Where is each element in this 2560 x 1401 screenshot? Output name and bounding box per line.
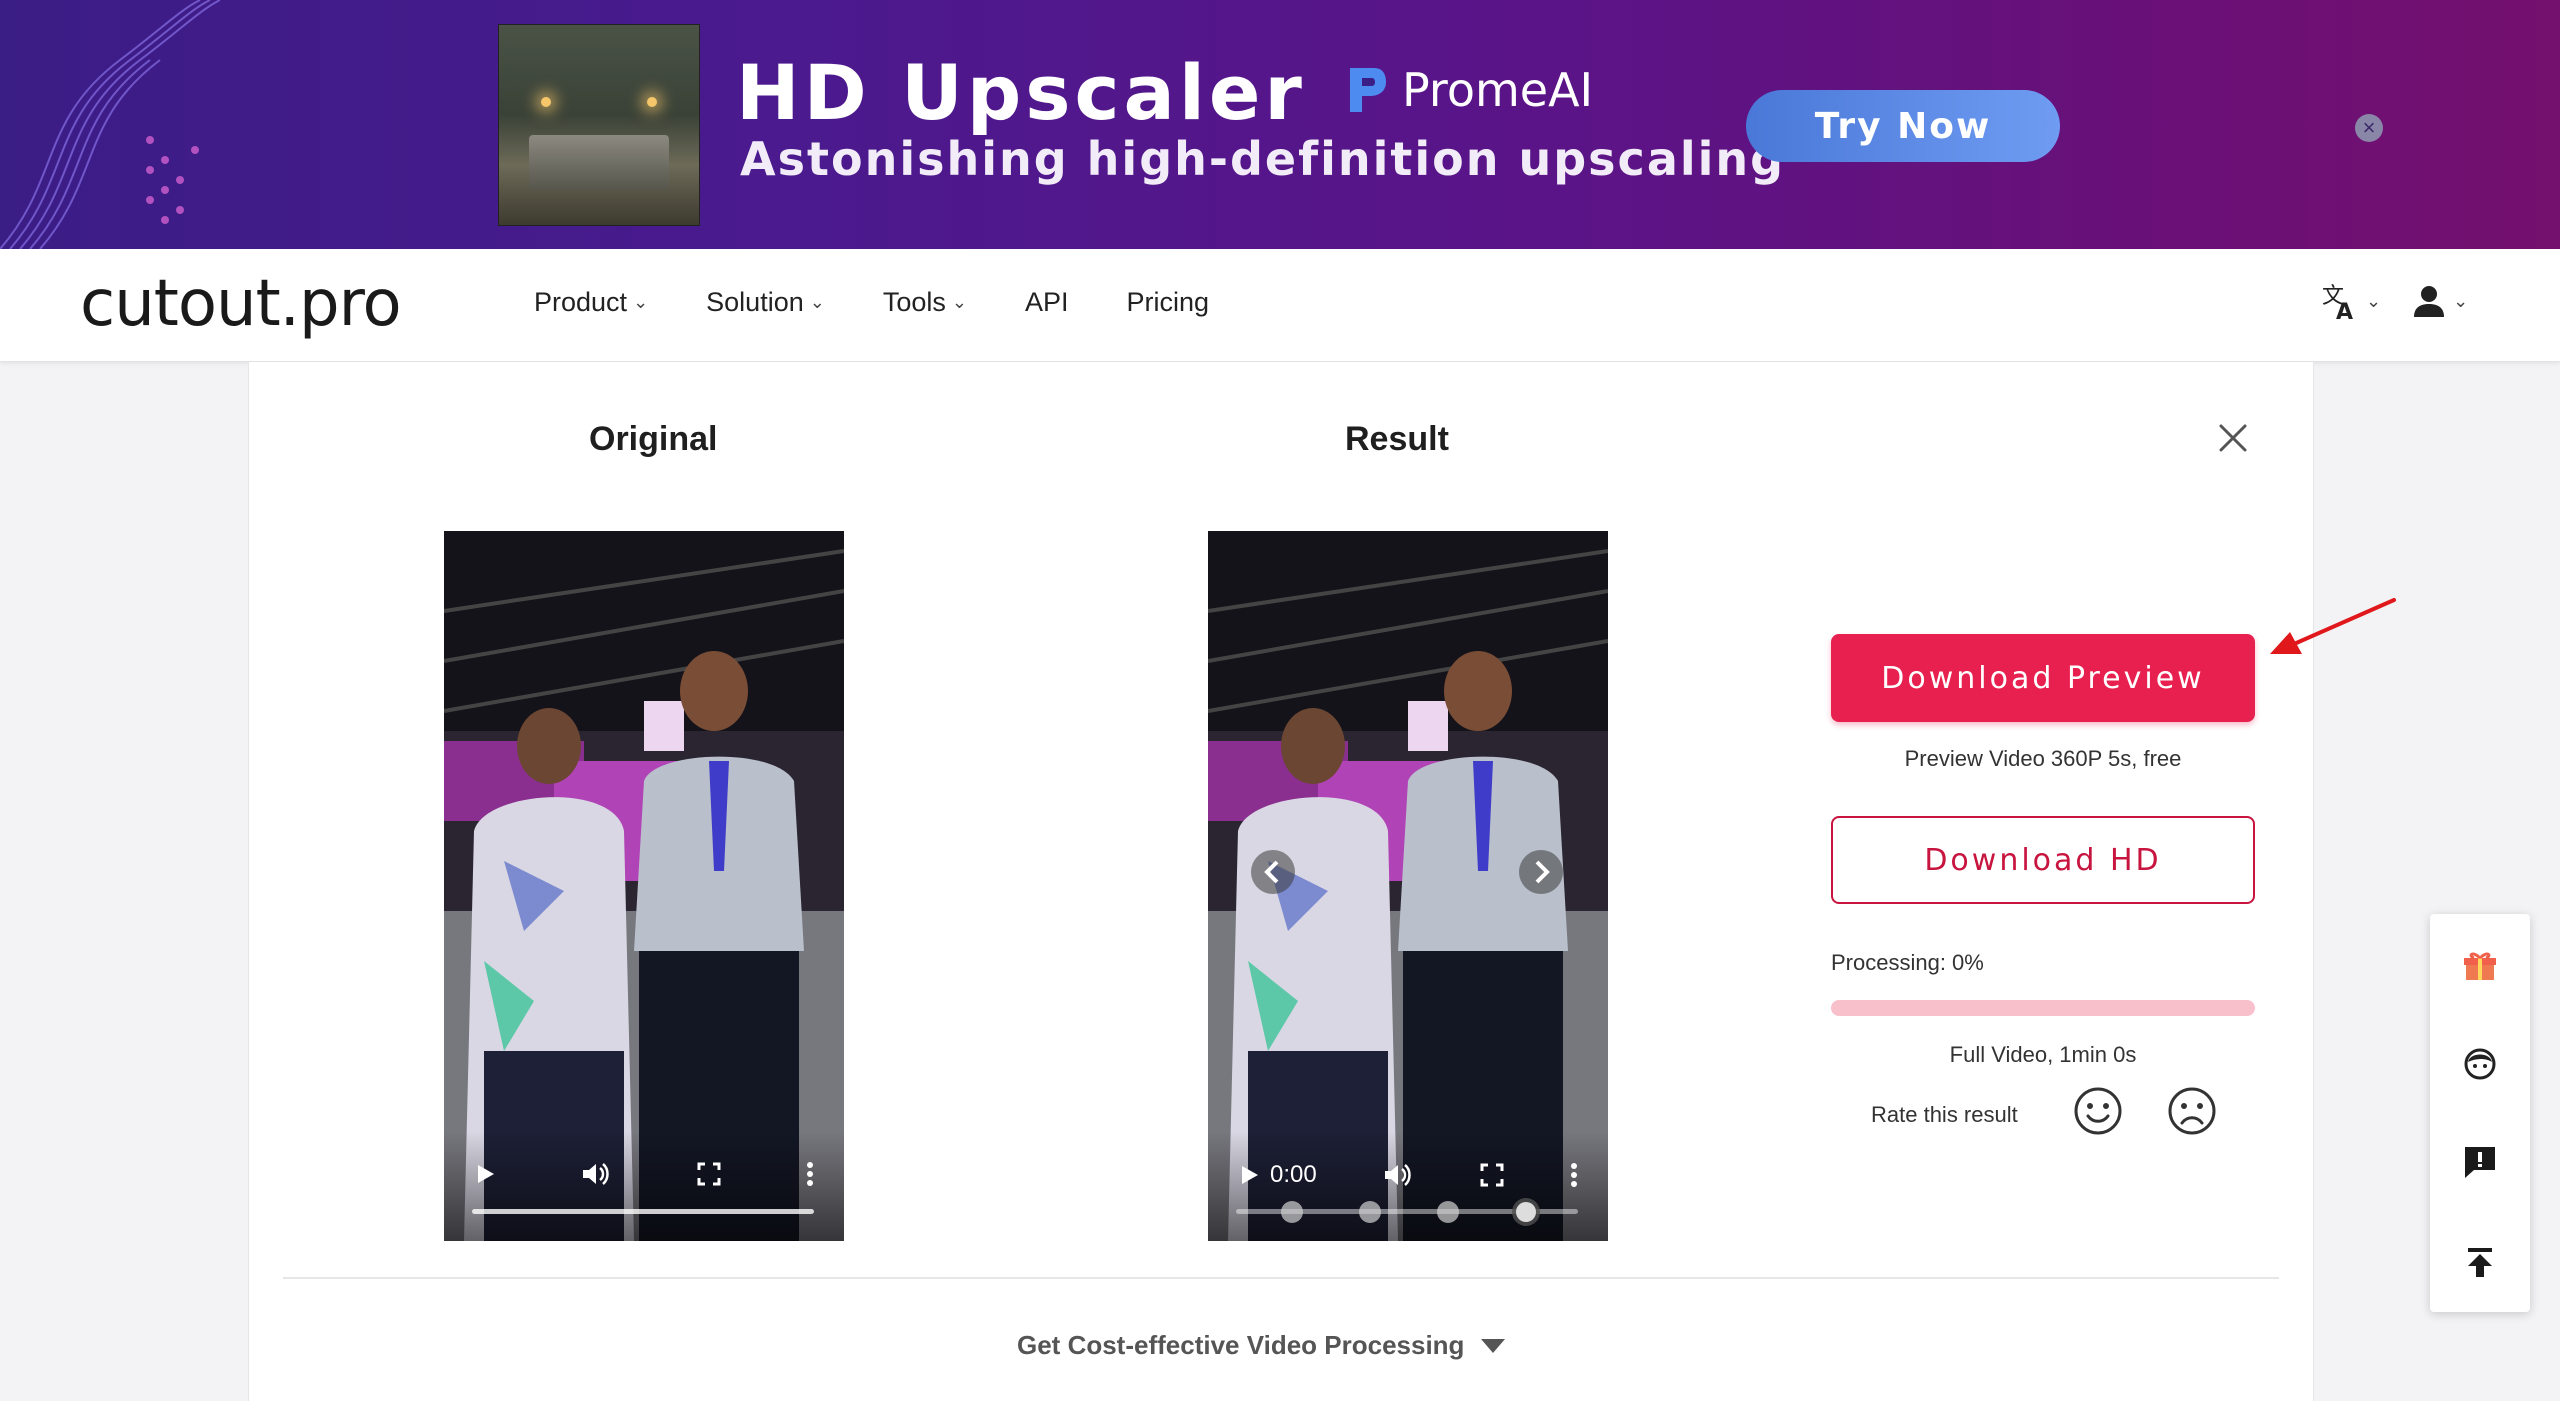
chevron-down-icon: ⌄ xyxy=(2366,290,2382,311)
promeai-logo-icon xyxy=(1350,68,1386,112)
more-options-icon[interactable] xyxy=(806,1161,814,1187)
menu-item-label: API xyxy=(1024,287,1069,317)
more-options-icon[interactable] xyxy=(1570,1162,1578,1188)
chevron-down-icon: ⌄ xyxy=(809,292,825,312)
cost-label: Get Cost-effective Video Processing xyxy=(1017,1330,1465,1360)
menu-item-label: Product xyxy=(534,287,628,317)
preview-note: Preview Video 360P 5s, free xyxy=(1904,746,2182,771)
result-video-player[interactable]: 0:00 xyxy=(1208,531,1608,1241)
nav-actions: 文 A ⌄ ⌄ xyxy=(2320,281,2468,321)
user-icon xyxy=(2414,286,2445,317)
top-navigation: cutout.pro Product ⌄ Solution ⌄ Tools ⌄ … xyxy=(0,249,2560,362)
carousel-dots[interactable] xyxy=(1278,1197,1548,1227)
menu-item-tools[interactable]: Tools ⌄ xyxy=(883,287,967,318)
download-hd-button[interactable]: Download HD xyxy=(1831,816,2255,904)
processing-progress-bar xyxy=(1831,1000,2255,1016)
menu-item-api[interactable]: API xyxy=(1025,287,1069,318)
chevron-right-icon[interactable] xyxy=(1518,849,1564,895)
video-time: 0:00 xyxy=(1270,1161,1317,1188)
account-menu[interactable]: ⌄ xyxy=(2411,283,2468,319)
menu-item-pricing[interactable]: Pricing xyxy=(1126,287,1209,318)
video-controls: 0:00 xyxy=(1208,1131,1608,1241)
close-icon[interactable] xyxy=(2215,420,2251,456)
play-icon[interactable] xyxy=(474,1163,496,1185)
back-to-top-icon[interactable] xyxy=(2462,1244,2498,1280)
support-agent-icon[interactable] xyxy=(2462,1046,2498,1082)
fullscreen-icon[interactable] xyxy=(697,1162,721,1186)
volume-icon[interactable] xyxy=(1383,1162,1413,1188)
main-menu: Product ⌄ Solution ⌄ Tools ⌄ API Pricing xyxy=(534,287,1267,318)
video-controls xyxy=(444,1131,844,1241)
ad-title: HD Upscaler xyxy=(736,48,1306,137)
gift-icon[interactable] xyxy=(2462,948,2498,984)
volume-icon[interactable] xyxy=(581,1161,611,1187)
result-title: Result xyxy=(1345,420,1449,458)
divider xyxy=(283,1277,2279,1279)
svg-text:A: A xyxy=(2336,300,2353,321)
play-icon[interactable] xyxy=(1238,1164,1260,1186)
menu-item-label: Tools xyxy=(882,287,946,317)
download-preview-button[interactable]: Download Preview xyxy=(1831,634,2255,722)
rate-label: Rate this result xyxy=(1871,1102,2018,1127)
menu-item-solution[interactable]: Solution ⌄ xyxy=(706,287,825,318)
processing-label: Processing: 0% xyxy=(1831,950,1984,975)
translate-icon: 文 A xyxy=(2322,284,2353,321)
cost-effective-toggle[interactable]: Get Cost-effective Video Processing xyxy=(1017,1330,1506,1361)
fullscreen-icon[interactable] xyxy=(1480,1163,1504,1187)
annotation-arrow xyxy=(2270,598,2396,654)
caret-down-icon xyxy=(1481,1338,1506,1353)
ad-subtitle: Astonishing high-definition upscaling xyxy=(740,132,1786,186)
chevron-down-icon: ⌄ xyxy=(633,292,649,312)
original-video-player[interactable] xyxy=(444,531,844,1241)
menu-item-label: Pricing xyxy=(1126,287,1210,317)
ad-close-icon[interactable]: × xyxy=(2355,114,2383,142)
ad-brand-name: PromeAI xyxy=(1402,63,1594,117)
menu-item-label: Solution xyxy=(706,287,804,317)
menu-item-product[interactable]: Product ⌄ xyxy=(534,287,648,318)
video-progress-bar[interactable] xyxy=(472,1209,814,1214)
chevron-down-icon: ⌄ xyxy=(951,292,967,312)
bedroom-image xyxy=(498,24,700,226)
try-now-button[interactable]: Try Now xyxy=(1746,90,2060,162)
chevron-left-icon[interactable] xyxy=(1250,849,1296,895)
feedback-icon[interactable] xyxy=(2462,1144,2498,1180)
original-title: Original xyxy=(589,420,718,458)
smile-icon[interactable] xyxy=(2073,1086,2123,1136)
floating-toolbar xyxy=(2430,914,2530,1312)
frown-icon[interactable] xyxy=(2167,1086,2217,1136)
language-selector[interactable]: 文 A ⌄ xyxy=(2320,281,2381,321)
ad-banner[interactable]: HD Upscaler Astonishing high-definition … xyxy=(0,0,2560,249)
full-video-note: Full Video, 1min 0s xyxy=(1949,1042,2137,1067)
site-logo[interactable]: cutout.pro xyxy=(80,267,402,341)
result-panel: Original Result 0:00 Download Preview Pr… xyxy=(248,362,2314,1401)
wave-decoration xyxy=(0,0,220,249)
chevron-down-icon: ⌄ xyxy=(2453,290,2469,311)
ad-brand: PromeAI xyxy=(1344,62,1593,118)
